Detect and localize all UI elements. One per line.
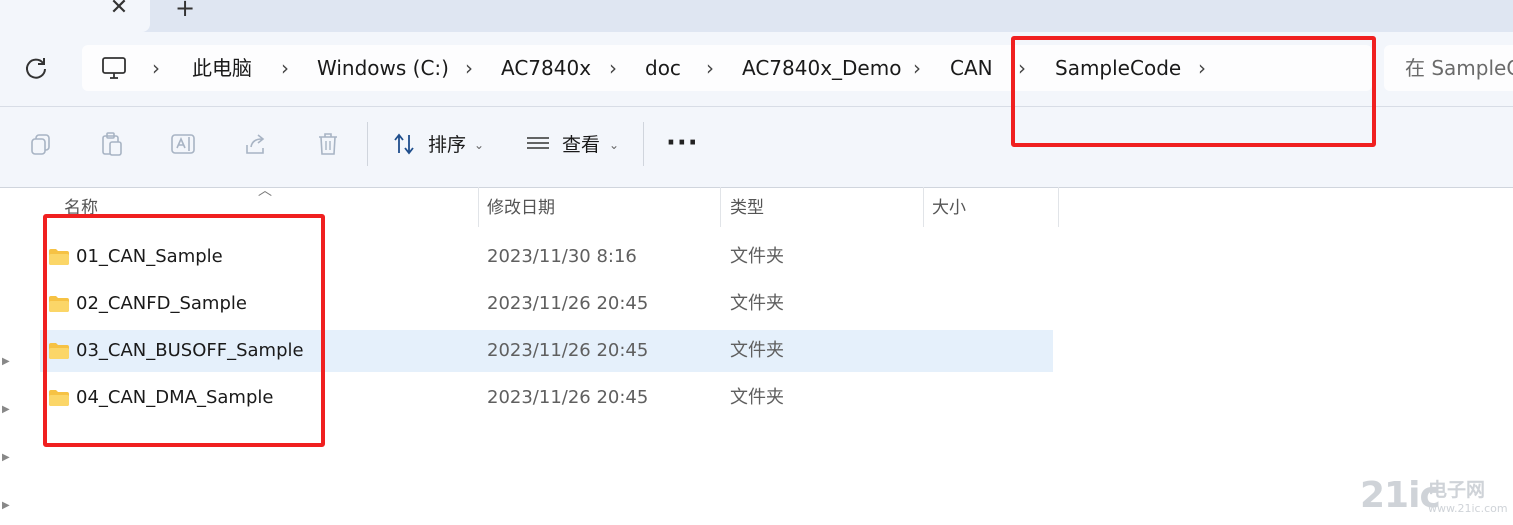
new-tab-icon[interactable]: + xyxy=(174,0,196,21)
file-modified: 2023/11/26 20:45 xyxy=(487,293,649,314)
breadcrumb-separator[interactable]: › xyxy=(152,56,160,80)
column-header-type[interactable]: 类型 xyxy=(730,197,764,219)
sort-icon[interactable] xyxy=(392,131,418,157)
expand-arrow-icon[interactable]: ▶ xyxy=(2,356,10,367)
watermark-cn: 电子网 xyxy=(1428,479,1486,501)
more-options-button[interactable]: ··· xyxy=(666,128,699,158)
file-type: 文件夹 xyxy=(730,387,784,408)
annotation-box-path xyxy=(1011,36,1376,147)
breadcrumb-item-can[interactable]: CAN xyxy=(950,56,993,80)
search-placeholder: 在 SampleC xyxy=(1405,56,1513,80)
column-divider[interactable] xyxy=(1058,187,1059,227)
file-modified: 2023/11/30 8:16 xyxy=(487,246,637,267)
refresh-icon[interactable] xyxy=(22,54,50,82)
breadcrumb-separator[interactable]: › xyxy=(609,56,617,80)
watermark-logo: 21ic 电子网 www.21ic.com xyxy=(1360,476,1510,522)
column-divider[interactable] xyxy=(478,187,479,227)
column-divider[interactable] xyxy=(923,187,924,227)
annotation-box-folders xyxy=(43,214,325,447)
share-icon[interactable] xyxy=(243,131,269,157)
toolbar-separator xyxy=(367,122,368,166)
rename-icon[interactable] xyxy=(170,131,196,157)
sort-button[interactable]: 排序 xyxy=(428,133,466,157)
file-modified: 2023/11/26 20:45 xyxy=(487,387,649,408)
chevron-down-icon[interactable]: ⌄ xyxy=(609,133,619,157)
file-type: 文件夹 xyxy=(730,293,784,314)
view-button[interactable]: 查看 xyxy=(562,133,600,157)
breadcrumb-item-drive-c[interactable]: Windows (C:) xyxy=(317,56,449,80)
expand-arrow-icon[interactable]: ▶ xyxy=(2,500,10,511)
sort-ascending-icon: ︿ xyxy=(258,183,272,199)
expand-arrow-icon[interactable]: ▶ xyxy=(2,452,10,463)
chevron-down-icon[interactable]: ⌄ xyxy=(474,133,484,157)
delete-icon[interactable] xyxy=(315,131,341,157)
watermark-url: www.21ic.com xyxy=(1428,502,1508,515)
copy-icon[interactable] xyxy=(28,131,54,157)
breadcrumb-separator[interactable]: › xyxy=(281,56,289,80)
tab-bar: ✕ + xyxy=(0,0,1513,32)
toolbar-separator xyxy=(643,122,644,166)
this-pc-icon[interactable] xyxy=(100,54,128,82)
file-modified: 2023/11/26 20:45 xyxy=(487,340,649,361)
file-type: 文件夹 xyxy=(730,246,784,267)
column-header-modified[interactable]: 修改日期 xyxy=(487,197,555,219)
breadcrumb-separator[interactable]: › xyxy=(465,56,473,80)
column-header-size[interactable]: 大小 xyxy=(932,197,966,219)
breadcrumb-separator[interactable]: › xyxy=(706,56,714,80)
column-divider[interactable] xyxy=(720,187,721,227)
close-tab-icon[interactable]: ✕ xyxy=(108,0,130,20)
file-type: 文件夹 xyxy=(730,340,784,361)
paste-icon[interactable] xyxy=(99,131,125,157)
view-icon[interactable] xyxy=(525,131,551,157)
expand-arrow-icon[interactable]: ▶ xyxy=(2,404,10,415)
breadcrumb-item-demo[interactable]: AC7840x_Demo xyxy=(742,56,901,80)
breadcrumb-item-this-pc[interactable]: 此电脑 xyxy=(192,56,252,80)
breadcrumb-item-doc[interactable]: doc xyxy=(645,56,681,80)
breadcrumb-separator[interactable]: › xyxy=(913,56,921,80)
breadcrumb-item-ac7840x[interactable]: AC7840x xyxy=(501,56,591,80)
